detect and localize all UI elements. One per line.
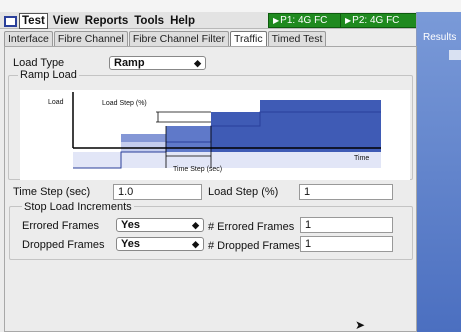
- dropped-frames-label: Dropped Frames: [22, 239, 105, 251]
- tab-fibre-channel[interactable]: Fibre Channel: [53, 31, 128, 46]
- time-step-label: Time Step (sec): [13, 186, 91, 198]
- results-thumbnail-icon: [449, 50, 461, 60]
- updown-arrow-icon: ◆: [192, 239, 199, 249]
- tab-bar: Interface Fibre Channel Fibre Channel Fi…: [4, 31, 327, 47]
- results-panel[interactable]: Results: [416, 12, 461, 332]
- menu-test[interactable]: Test: [19, 13, 48, 29]
- tab-interface[interactable]: Interface: [4, 31, 53, 46]
- mouse-pointer-icon: ➤: [355, 318, 366, 332]
- load-type-label: Load Type: [13, 57, 65, 69]
- ramp-step-4: [260, 100, 381, 152]
- port-p2-button[interactable]: ▶P2: 4G FC: [340, 13, 417, 28]
- errored-frames-select[interactable]: Yes ◆: [116, 218, 204, 232]
- dropped-frames-value: Yes: [121, 238, 140, 250]
- num-errored-frames-value: 1: [305, 219, 312, 231]
- menu-view[interactable]: View: [53, 14, 79, 28]
- updown-arrow-icon: ◆: [194, 58, 201, 68]
- dropped-frames-select[interactable]: Yes ◆: [116, 237, 204, 251]
- chart-x-label: Time: [354, 155, 370, 162]
- time-step-value: 1.0: [118, 186, 134, 198]
- ramp-fill: [73, 100, 381, 168]
- port-p2-label: P2: 4G FC: [352, 15, 400, 26]
- top-strip: [0, 0, 461, 12]
- port-p1-label: P1: 4G FC: [280, 15, 328, 26]
- num-dropped-frames-value: 1: [305, 238, 312, 250]
- tab-fibre-channel-filter[interactable]: Fibre Channel Filter: [128, 31, 230, 46]
- window-icon: [4, 16, 17, 27]
- port-p1-button[interactable]: ▶P1: 4G FC: [268, 13, 341, 28]
- play-icon: ▶: [345, 16, 352, 25]
- chart-load-step-label: Load Step (%): [102, 100, 147, 107]
- load-step-value: 1: [304, 186, 311, 198]
- updown-arrow-icon: ◆: [192, 220, 199, 230]
- tab-timed-test[interactable]: Timed Test: [267, 31, 327, 46]
- menu-bar: Test View Reports Tools Help ▶P1: 4G FC …: [0, 12, 417, 29]
- num-dropped-frames-input[interactable]: 1: [300, 236, 393, 252]
- stop-load-group-label: Stop Load Increments: [22, 201, 134, 213]
- play-icon: ▶: [273, 16, 280, 25]
- num-errored-frames-label: # Errored Frames: [208, 221, 295, 233]
- errored-frames-label: Errored Frames: [22, 220, 100, 232]
- load-type-select[interactable]: Ramp ◆: [109, 56, 206, 70]
- menu-tools[interactable]: Tools: [134, 14, 164, 28]
- num-dropped-frames-label: # Dropped Frames: [208, 240, 300, 252]
- num-errored-frames-input[interactable]: 1: [300, 217, 393, 233]
- menu-reports[interactable]: Reports: [85, 14, 128, 28]
- load-step-label: Load Step (%): [208, 186, 279, 198]
- chart-time-step-label: Time Step (sec): [173, 166, 223, 173]
- ramp-diagram: Load Time Load Step (%) Time Step (sec): [20, 90, 410, 180]
- load-step-input[interactable]: 1: [299, 184, 393, 200]
- tab-traffic[interactable]: Traffic: [230, 31, 267, 47]
- load-type-value: Ramp: [114, 57, 145, 69]
- errored-frames-value: Yes: [121, 219, 140, 231]
- time-step-input[interactable]: 1.0: [113, 184, 202, 200]
- ramp-base: [73, 152, 381, 168]
- menu-help[interactable]: Help: [170, 14, 195, 28]
- chart-y-label: Load: [48, 99, 64, 106]
- ramp-load-group-label: Ramp Load: [18, 69, 79, 81]
- results-label: Results: [423, 32, 457, 43]
